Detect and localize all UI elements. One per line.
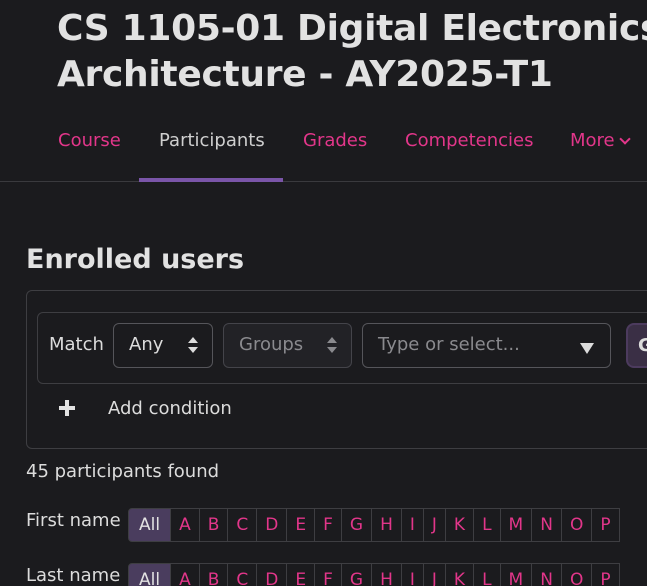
filter-type-value: Groups [239,334,304,355]
first-initial-f[interactable]: F [314,508,342,542]
last-name-label: Last name [26,565,121,586]
first-initial-p[interactable]: P [591,508,620,542]
apply-filters-button[interactable]: G [626,323,647,368]
first-initial-c[interactable]: C [227,508,258,542]
select-arrows-icon [327,337,337,355]
plus-icon [59,400,75,416]
last-initial-a[interactable]: A [170,563,200,586]
first-initial-all[interactable]: All [128,508,172,542]
last-initial-o[interactable]: O [560,563,593,586]
last-initial-e[interactable]: E [286,563,316,586]
nav-more-label: More [570,130,615,151]
first-name-letters: All ABCDEFGHIJKLMNOP [128,508,620,542]
last-initial-m[interactable]: M [499,563,533,586]
course-title-line-1: CS 1105-01 Digital Electronics & [57,8,647,49]
last-initial-i[interactable]: I [400,563,424,586]
first-initial-d[interactable]: D [256,508,288,542]
last-initial-h[interactable]: H [371,563,402,586]
last-initial-j[interactable]: J [422,563,446,586]
last-initial-f[interactable]: F [314,563,342,586]
first-initial-a[interactable]: A [170,508,200,542]
select-arrows-icon [188,337,198,355]
match-select[interactable]: Any [113,323,213,368]
first-initial-n[interactable]: N [531,508,562,542]
last-initial-n[interactable]: N [531,563,562,586]
nav-more[interactable]: More [570,130,631,151]
match-label: Match [49,334,104,355]
filter-condition-row: Match Any Groups Type or select... G [37,312,647,384]
first-initial-j[interactable]: J [422,508,446,542]
active-tab-indicator [139,178,283,182]
nav-competencies[interactable]: Competencies [405,130,534,151]
last-initial-p[interactable]: P [591,563,620,586]
first-initial-m[interactable]: M [499,508,533,542]
course-title: CS 1105-01 Digital Electronics & Archite… [57,6,647,98]
page-heading: Enrolled users [26,244,245,275]
chevron-down-icon [618,133,631,145]
filter-type-select[interactable]: Groups [223,323,352,368]
first-initial-g[interactable]: G [340,508,373,542]
nav-grades[interactable]: Grades [303,130,367,151]
first-initial-o[interactable]: O [560,508,593,542]
course-navigation: Course Participants Grades Competencies … [0,118,647,182]
first-initial-k[interactable]: K [444,508,475,542]
match-select-value: Any [129,334,164,355]
last-initial-k[interactable]: K [444,563,475,586]
first-initial-b[interactable]: B [198,508,229,542]
last-initial-b[interactable]: B [198,563,229,586]
participants-page: CS 1105-01 Digital Electronics & Archite… [0,0,647,586]
first-initial-h[interactable]: H [371,508,402,542]
first-initial-l[interactable]: L [473,508,501,542]
filter-value-input[interactable]: Type or select... [362,323,611,368]
last-initial-all[interactable]: All [128,563,172,586]
nav-course[interactable]: Course [58,130,121,151]
filter-panel: Match Any Groups Type or select... G Add… [26,290,647,449]
first-initial-e[interactable]: E [286,508,316,542]
course-title-line-2: Architecture - AY2025-T1 [57,54,553,95]
last-initial-d[interactable]: D [256,563,288,586]
first-name-label: First name [26,510,121,531]
dropdown-triangle-icon [580,343,594,354]
last-initial-c[interactable]: C [227,563,258,586]
last-initial-g[interactable]: G [340,563,373,586]
filter-value-placeholder: Type or select... [378,334,520,355]
last-initial-l[interactable]: L [473,563,501,586]
first-initial-i[interactable]: I [400,508,424,542]
participants-count: 45 participants found [26,461,220,482]
add-condition-label: Add condition [108,398,232,419]
nav-participants[interactable]: Participants [159,130,265,151]
last-name-letters: All ABCDEFGHIJKLMNOP [128,563,620,586]
